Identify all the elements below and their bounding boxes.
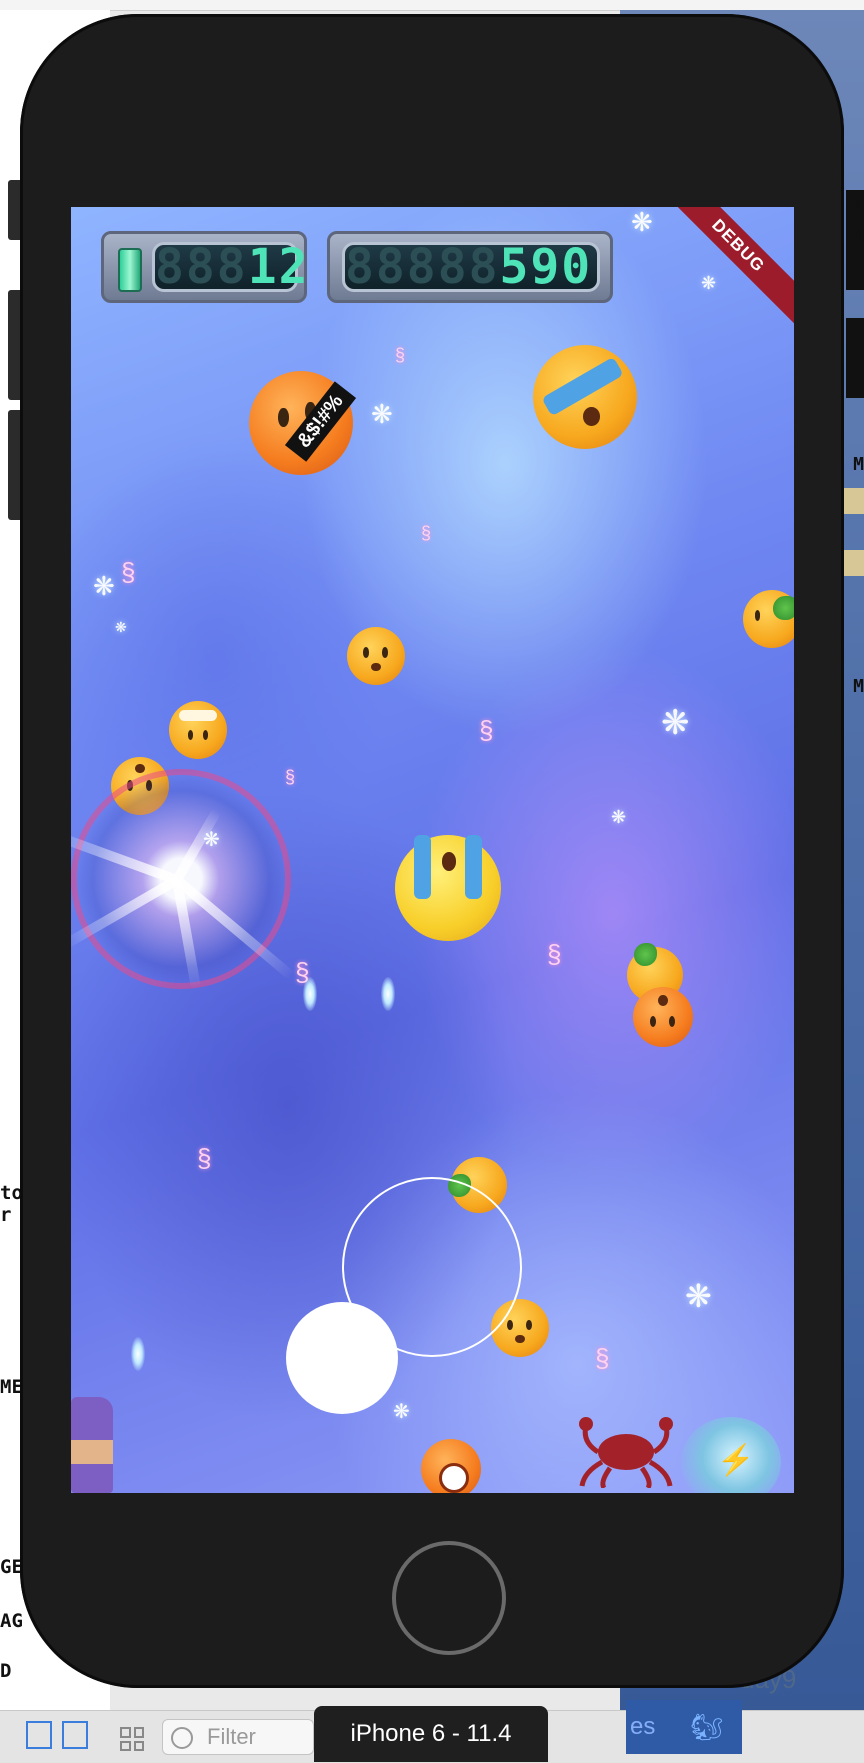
grid-icon[interactable] [120,1727,144,1751]
emoji-teeth [179,710,217,721]
emoji-mouth [371,662,381,672]
emoji-eye [507,1319,514,1331]
code-line: AG [0,1610,23,1632]
sparkle-icon: ❋ [203,829,220,851]
score-value: 590 [499,239,593,295]
squirrel-icon: 🐿 [690,1712,724,1742]
gem-count: 12 [247,239,310,295]
seahorse-icon: § [547,939,562,969]
window-edge [844,488,864,514]
code-line: D [0,1660,12,1682]
home-button[interactable] [392,1541,506,1655]
code-line: r [0,1204,12,1226]
window-edge [846,318,864,398]
emoji-tear [464,835,482,899]
window-label: M [853,454,864,475]
emoji-enemy-crying [395,835,501,941]
sparkle-icon: ❋ [661,704,690,742]
sparkle-icon: ❋ [393,1401,410,1423]
game-screen[interactable]: 88812 88888590 DEBUG &$!#% ❋ ❋ ❋ ❋ ❋ ❋ ❋… [71,207,794,1493]
emoji-eye [202,730,209,741]
explosion-effect [71,769,296,990]
seahorse-icon: § [197,1143,212,1173]
seahorse-icon: § [595,1343,610,1373]
window-label: M [853,676,864,697]
layout-toggle-button[interactable] [26,1721,52,1749]
simulator-device-label: iPhone 6 - 11.4 [314,1706,548,1762]
emoji-mouth [441,851,457,872]
gem-counter-panel: 88812 [101,231,308,303]
sparkle-icon: ❋ [371,399,393,429]
score-ghost: 88888 [345,239,500,295]
sparkle-icon: ❋ [631,207,653,237]
score-display: 88888590 [342,242,600,292]
score-panel: 88888590 [327,231,613,303]
filter-placeholder: Filter [207,1724,256,1749]
emoji-tear [414,835,432,899]
explosion-ray [71,875,180,950]
sparkle-icon: ❋ [115,619,127,635]
emoji-mouth [515,1334,525,1344]
emoji-enemy-hushed [633,987,693,1047]
seahorse-icon: § [479,715,494,745]
emoji-enemy-grinning [421,1439,481,1493]
power-button[interactable]: ⚡ [681,1417,781,1493]
source-control-tab[interactable]: es [626,1700,742,1754]
window-label: d [853,194,864,215]
emoji-enemy-upside [169,701,227,759]
emoji-eye [669,1015,675,1027]
emoji-enemy-bandaged [533,345,637,449]
lightning-icon: ⚡ [717,1444,755,1477]
projectile-flame [131,1337,145,1371]
emoji-eye [187,730,194,741]
sparkle-icon: ❋ [685,1278,712,1314]
layout-toggle-button[interactable] [62,1721,88,1749]
emoji-bandage [541,356,625,417]
emoji-eye [525,1319,532,1331]
seahorse-icon: § [395,345,406,365]
emoji-enemy-hushed [347,627,405,685]
emoji-puke [773,595,794,621]
emoji-mouth [135,763,145,774]
filter-icon [171,1727,193,1749]
emoji-mouth [439,1463,469,1493]
debug-banner: DEBUG [656,207,794,328]
sparkle-icon: ❋ [93,571,115,601]
projectile-flame [303,977,317,1011]
emoji-eye [754,610,761,621]
emoji-eye [649,1015,656,1027]
emoji-puke [633,942,658,967]
filter-field[interactable]: Filter [162,1719,314,1755]
joystick-knob[interactable] [286,1302,398,1414]
seahorse-icon: § [121,557,136,587]
sparkle-icon: ❋ [611,807,627,827]
emoji-eye [381,647,388,658]
emoji-enemy-cursing: &$!#% [249,371,357,475]
emoji-eye [278,408,289,428]
explosion-ray [71,827,179,885]
gem-counter-display: 88812 [152,239,308,295]
sparkle-icon: ❋ [701,273,717,293]
projectile-flame [381,977,395,1011]
emoji-mouth [582,407,600,427]
crab-icon [579,1417,673,1488]
emoji-eye [363,647,370,658]
emoji-enemy-sick [743,590,794,648]
window-edge [844,550,864,576]
gem-icon [118,248,142,292]
gem-counter-ghost: 888 [155,239,248,295]
seahorse-icon: § [421,523,432,543]
emoji-mouth [658,995,668,1007]
seahorse-icon: § [285,767,296,787]
window-label: M [853,226,864,247]
hero-sprite [71,1397,113,1493]
grawlix-text: &$!#% [285,381,357,463]
